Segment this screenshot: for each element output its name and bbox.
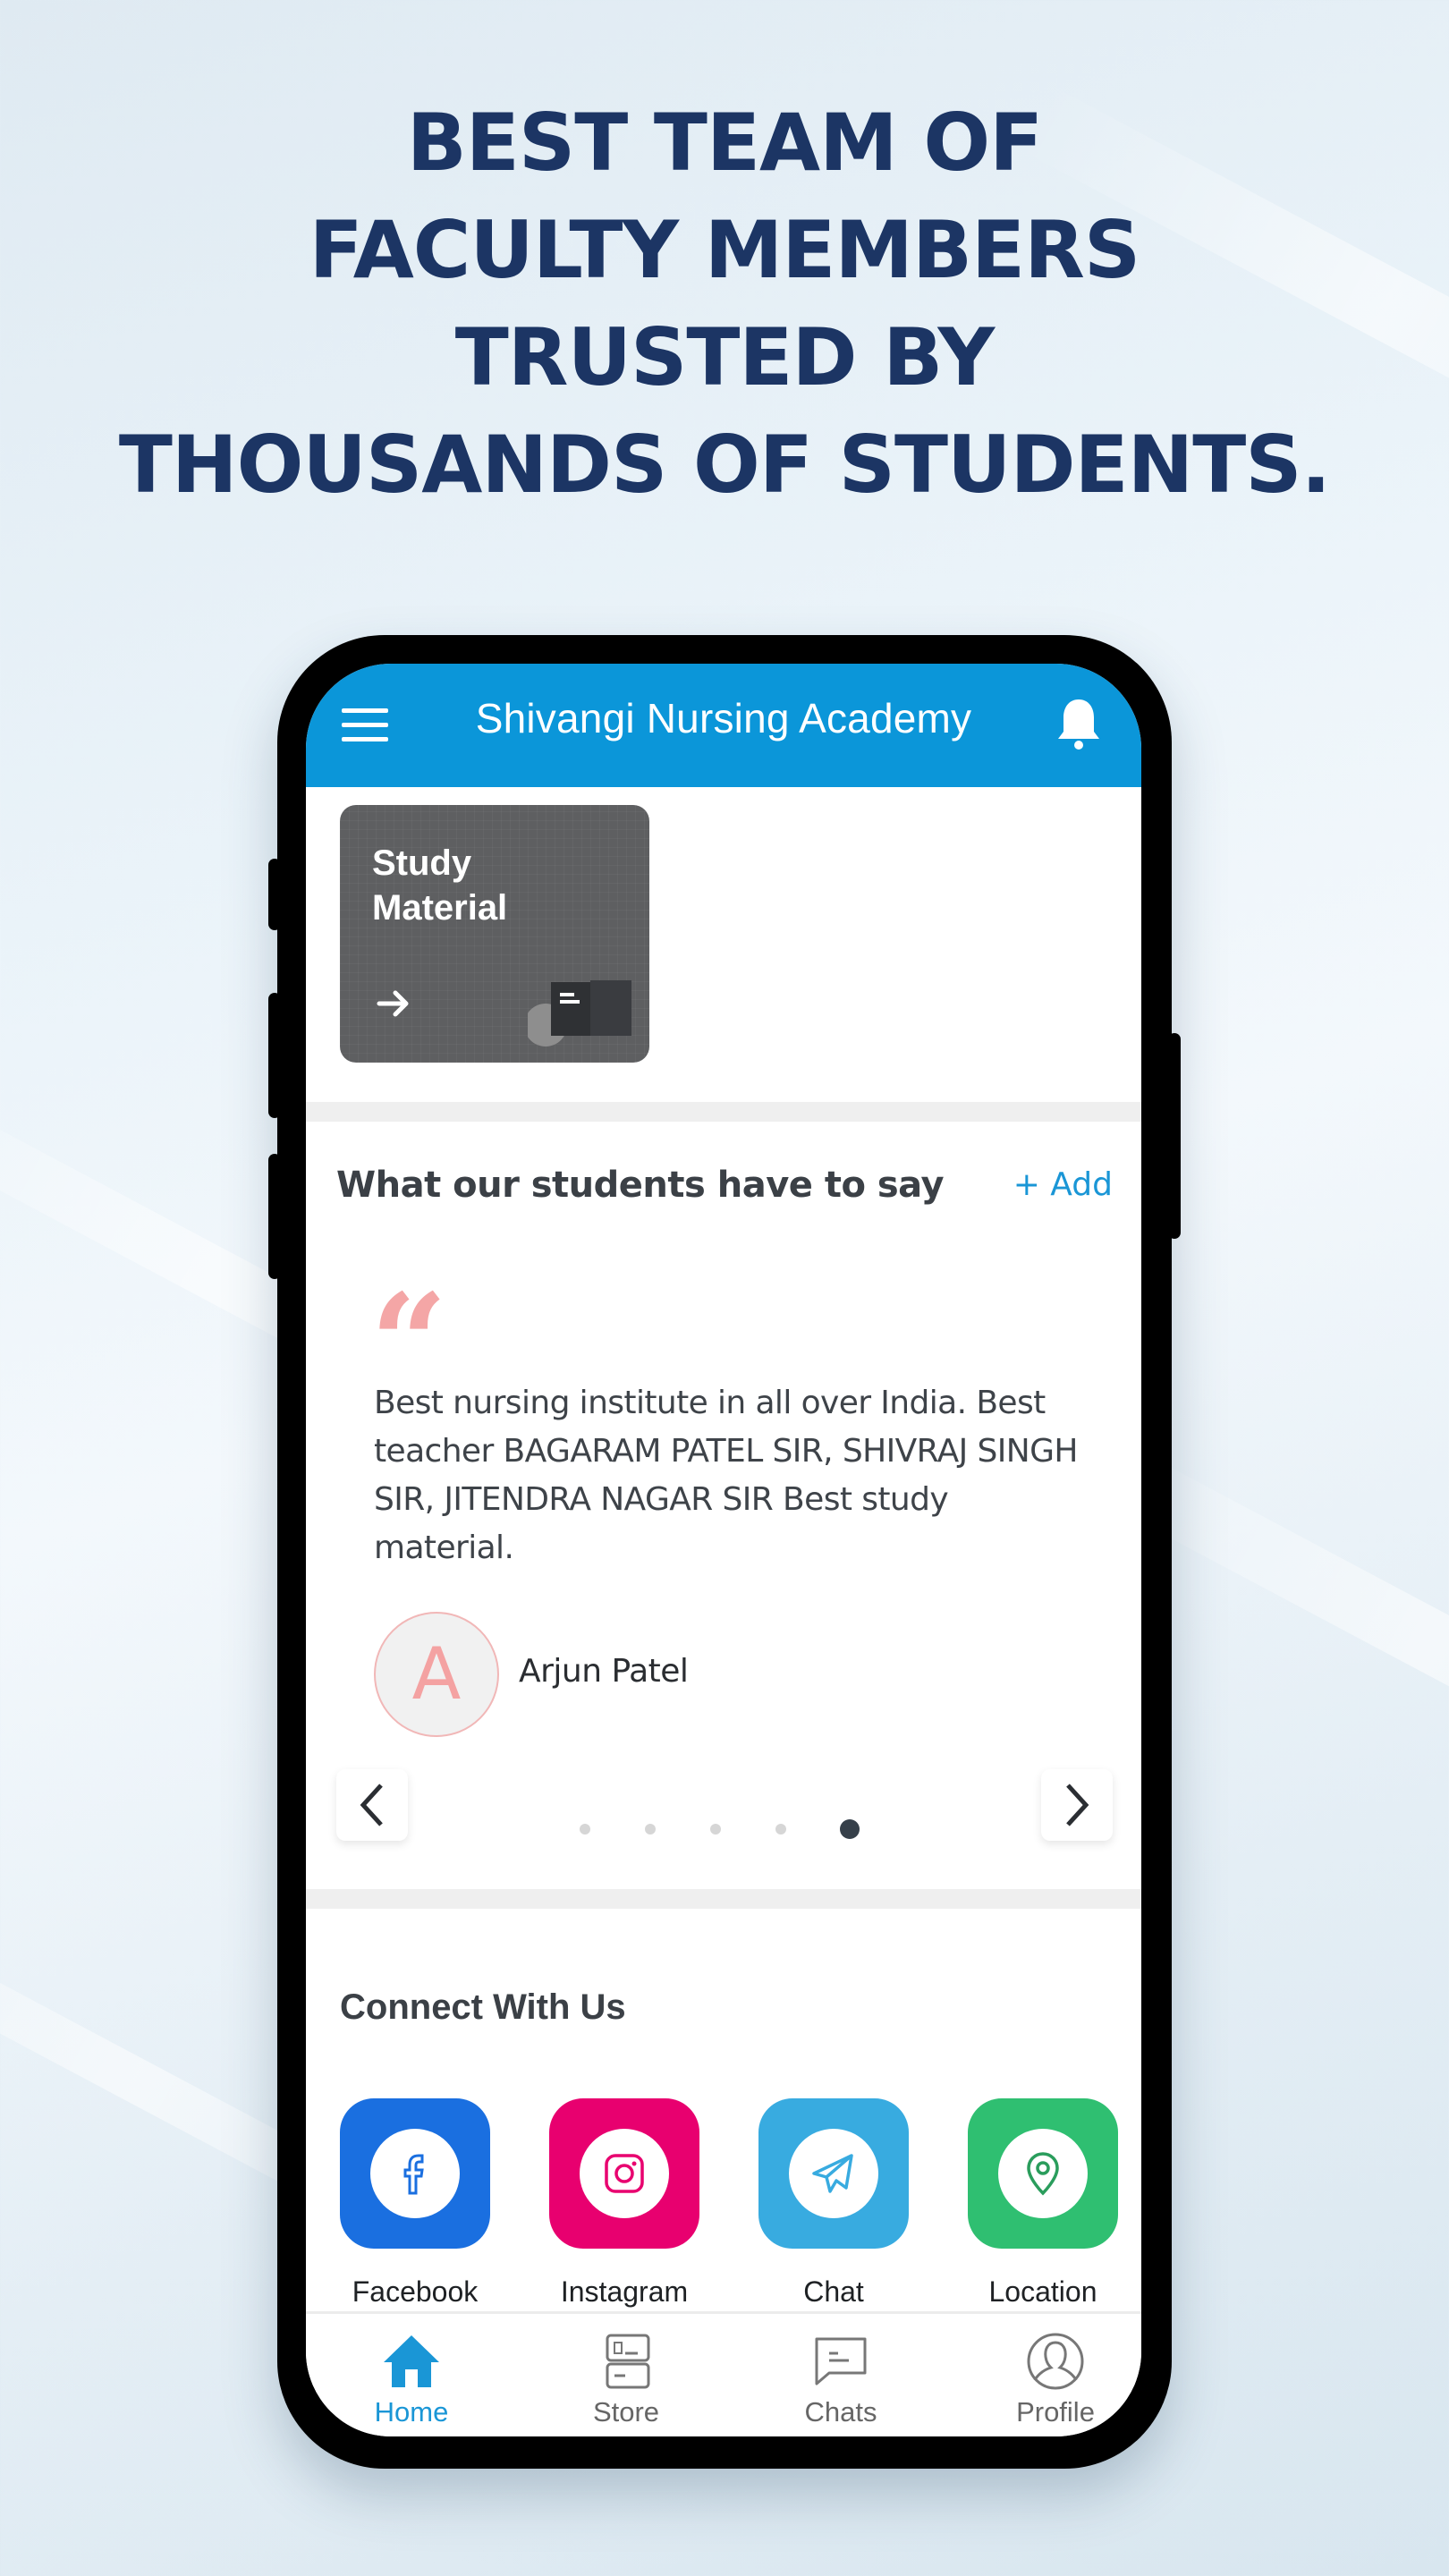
- carousel-dot[interactable]: [775, 1824, 786, 1835]
- social-chat[interactable]: Chat: [758, 2098, 909, 2309]
- bell-icon[interactable]: [1054, 696, 1104, 753]
- location-pin-icon: [1027, 2152, 1059, 2196]
- tab-label: Store: [592, 2396, 660, 2428]
- promo-headline: BEST TEAM OF FACULTY MEMBERS TRUSTED BY …: [0, 89, 1449, 519]
- facebook-tile: [340, 2098, 490, 2249]
- section-divider: [306, 1889, 1141, 1909]
- social-label: Chat: [803, 2275, 864, 2308]
- arrow-right-icon: [376, 987, 411, 1020]
- section-divider: [306, 1102, 1141, 1122]
- connect-title: Connect With Us: [340, 1987, 626, 2027]
- tab-label: Home: [374, 2396, 449, 2428]
- instagram-tile: [549, 2098, 699, 2249]
- study-material-card[interactable]: Study Material: [340, 805, 649, 1063]
- carousel-dot[interactable]: [645, 1824, 656, 1835]
- social-label: Instagram: [560, 2275, 689, 2308]
- social-location[interactable]: Location: [968, 2098, 1118, 2309]
- open-book-icon: [524, 975, 635, 1046]
- headline-line: TRUSTED BY: [454, 311, 995, 403]
- social-label: Location: [988, 2275, 1097, 2308]
- bottom-navigation: Home Store Chats Profile: [306, 2311, 1141, 2436]
- social-instagram[interactable]: Instagram: [549, 2098, 699, 2309]
- app-bar: Shivangi Nursing Academy: [306, 664, 1141, 787]
- testimonial-text: Best nursing institute in all over India…: [374, 1385, 1078, 1566]
- social-facebook[interactable]: Facebook: [340, 2098, 490, 2309]
- testimonials-title: What our students have to say: [336, 1165, 945, 1206]
- tab-home[interactable]: Home: [340, 2332, 483, 2428]
- tab-chats[interactable]: Chats: [769, 2332, 912, 2428]
- add-testimonial-button[interactable]: + Add: [1013, 1166, 1113, 1203]
- tab-label: Profile: [1016, 2396, 1095, 2428]
- carousel-dot-active[interactable]: [840, 1819, 860, 1839]
- study-material-label: Study Material: [372, 841, 507, 930]
- location-tile: [968, 2098, 1118, 2249]
- author-avatar: A: [374, 1612, 499, 1737]
- instagram-icon: [605, 2154, 644, 2193]
- carousel-dots: [306, 1816, 1141, 1843]
- headline-line: THOUSANDS OF STUDENTS.: [118, 419, 1331, 511]
- study-card-line: Material: [372, 888, 508, 928]
- author-name: Arjun Patel: [519, 1653, 689, 1690]
- home-icon: [384, 2335, 439, 2387]
- headline-line: FACULTY MEMBERS: [309, 204, 1141, 296]
- tab-store[interactable]: Store: [555, 2332, 698, 2428]
- tab-profile[interactable]: Profile: [984, 2332, 1127, 2428]
- chat-tile: [758, 2098, 909, 2249]
- phone-side-button: [268, 1154, 281, 1279]
- app-screen: Shivangi Nursing Academy Study Material: [306, 664, 1141, 2436]
- user-profile-icon: [1027, 2333, 1084, 2390]
- carousel-dot[interactable]: [580, 1824, 590, 1835]
- chat-bubble-icon: [815, 2337, 867, 2385]
- phone-side-button: [268, 993, 281, 1118]
- phone-side-button: [268, 859, 281, 930]
- carousel-dot[interactable]: [710, 1824, 721, 1835]
- app-title: Shivangi Nursing Academy: [475, 695, 972, 741]
- headline-line: BEST TEAM OF: [406, 97, 1044, 189]
- facebook-icon: [403, 2154, 424, 2195]
- books-icon: [606, 2334, 650, 2389]
- telegram-icon: [812, 2154, 853, 2193]
- study-card-line: Study: [372, 843, 472, 883]
- phone-frame: Shivangi Nursing Academy Study Material: [268, 635, 1181, 2469]
- tab-label: Chats: [804, 2396, 877, 2428]
- phone-side-button: [1168, 1033, 1181, 1239]
- social-label: Facebook: [352, 2275, 479, 2308]
